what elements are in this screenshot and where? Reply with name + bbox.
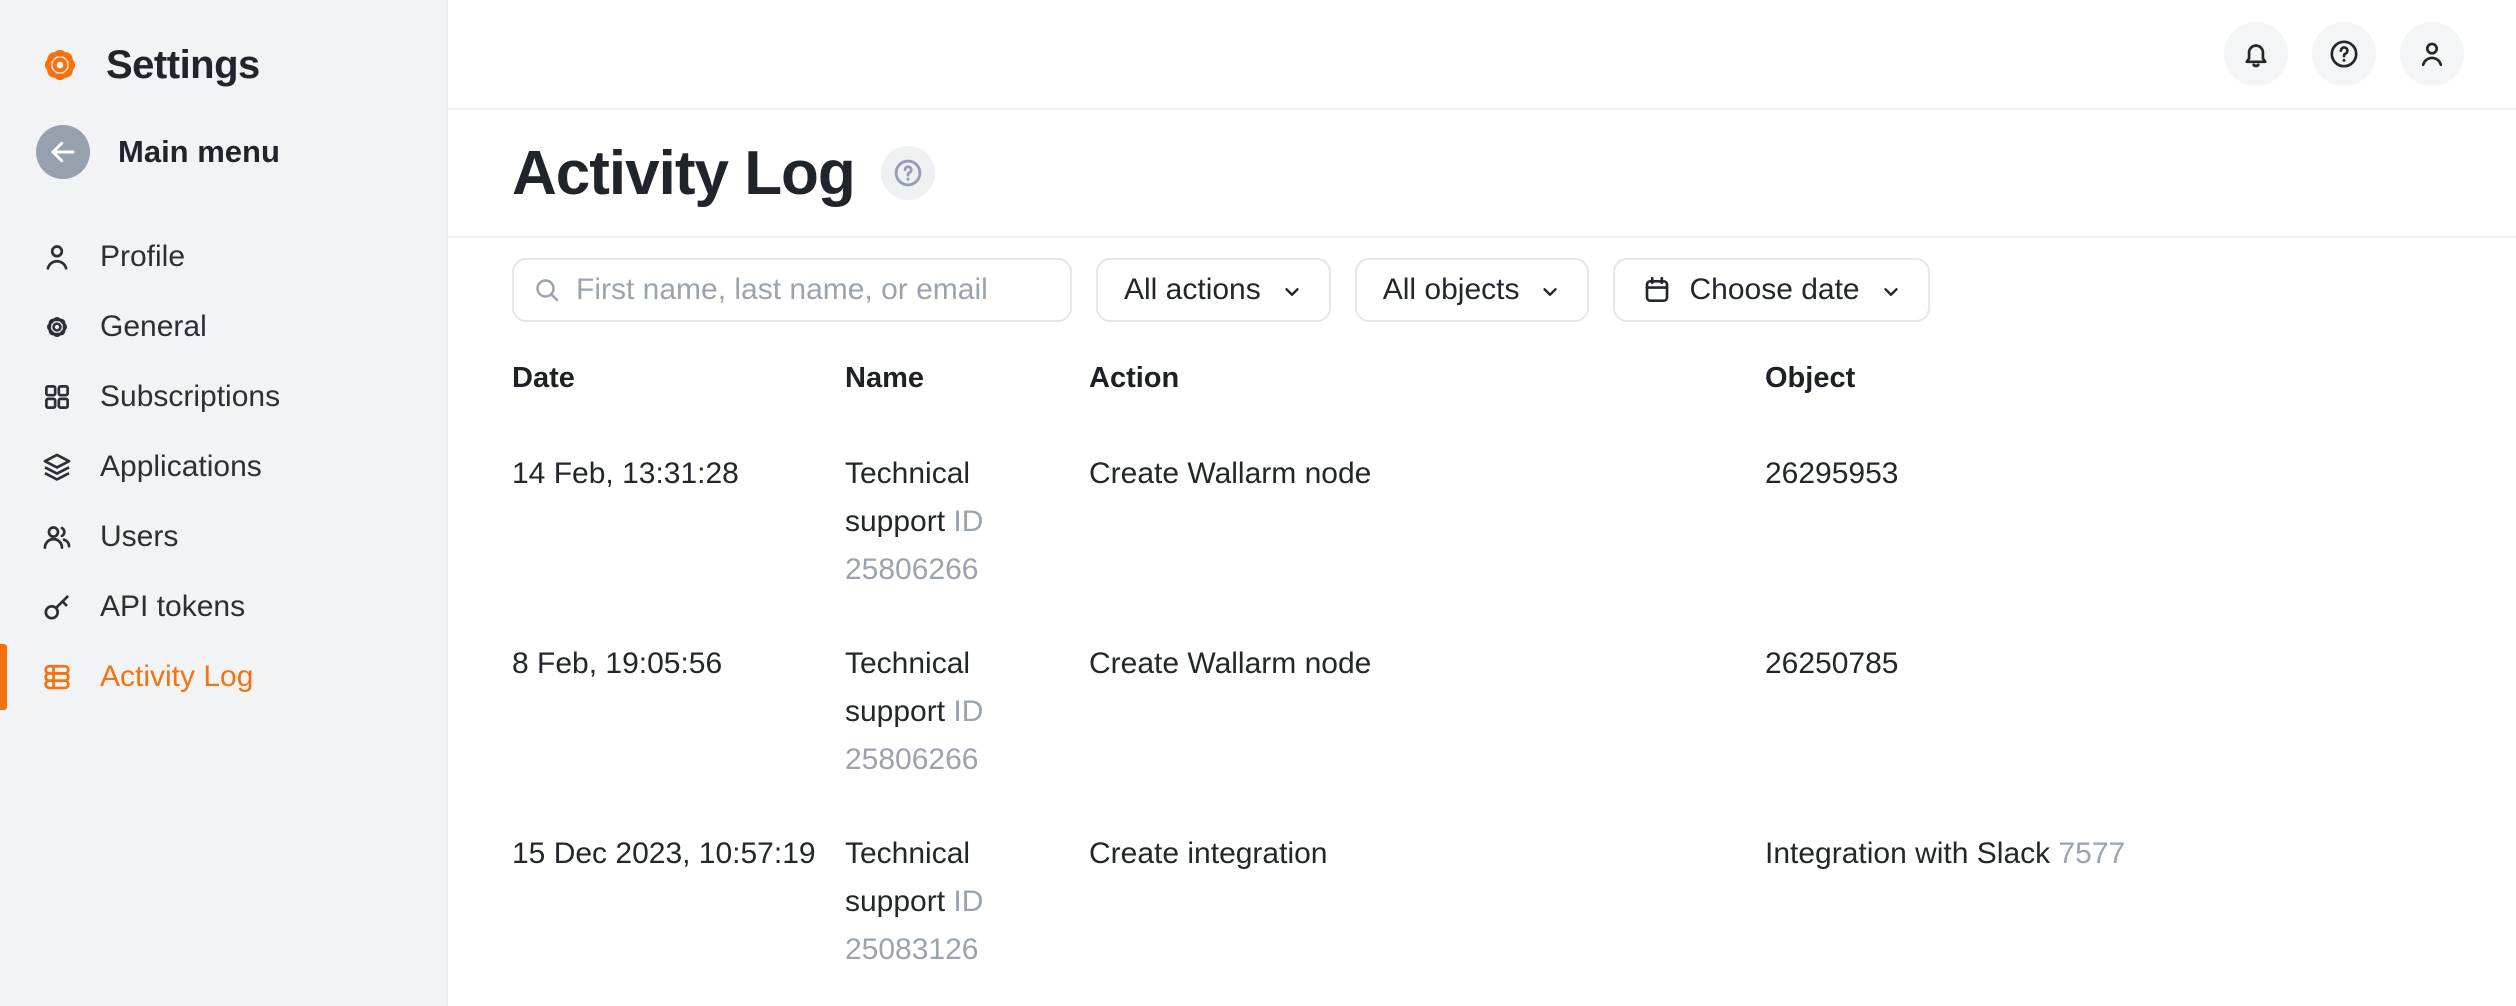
chevron-down-icon (1539, 281, 1561, 303)
sidebar-item-label: General (100, 310, 207, 344)
sidebar-item-label: Activity Log (100, 660, 253, 694)
notifications-button[interactable] (2224, 22, 2288, 86)
topbar (448, 0, 2516, 110)
column-header-name: Name (845, 358, 1089, 398)
key-icon (40, 590, 74, 624)
cell-action: Create Wallarm node (1089, 450, 1765, 594)
calendar-icon (1641, 274, 1673, 306)
settings-sidebar: Settings Main menu Profile (0, 0, 448, 1006)
sidebar-item-label: Users (100, 520, 178, 554)
main-menu-back-button[interactable]: Main menu (0, 122, 446, 182)
sidebar-item-label: Profile (100, 240, 185, 274)
user-icon (40, 240, 74, 274)
cell-action: Create Wallarm node (1089, 640, 1765, 784)
table-row: 8 Feb, 19:05:56 Technical support ID 258… (512, 640, 2460, 784)
dropdown-label: All actions (1124, 273, 1261, 307)
user-icon (2415, 37, 2449, 71)
main-menu-label: Main menu (118, 134, 280, 170)
table-row: 14 Feb, 13:31:28 Technical support ID 25… (512, 450, 2460, 594)
sidebar-nav: Profile General Subscriptio (0, 222, 446, 712)
page-title: Activity Log (512, 138, 855, 209)
sidebar-item-label: API tokens (100, 590, 245, 624)
active-indicator-bar (0, 644, 7, 710)
activity-log-table: Date Name Action Object 14 Feb, 13:31:28… (512, 358, 2460, 974)
column-header-object: Object (1765, 358, 2460, 398)
bell-icon (2239, 37, 2273, 71)
cell-name: Technical support ID 25806266 (845, 450, 1089, 594)
gear-icon (40, 310, 74, 344)
search-icon (532, 275, 562, 305)
sidebar-item-profile[interactable]: Profile (0, 222, 446, 292)
sidebar-item-label: Subscriptions (100, 380, 280, 414)
table-row: 15 Dec 2023, 10:57:19 Technical support … (512, 830, 2460, 974)
cell-object: 26250785 (1765, 640, 2460, 784)
sidebar-item-api-tokens[interactable]: API tokens (0, 572, 446, 642)
column-header-action: Action (1089, 358, 1765, 398)
chevron-down-icon (1281, 281, 1303, 303)
sidebar-item-activity-log[interactable]: Activity Log (0, 642, 446, 712)
cell-date: 14 Feb, 13:31:28 (512, 450, 845, 594)
grid-icon (40, 380, 74, 414)
all-actions-dropdown[interactable]: All actions (1096, 258, 1331, 322)
cell-date: 8 Feb, 19:05:56 (512, 640, 845, 784)
column-header-date: Date (512, 358, 845, 398)
page-help-button[interactable] (881, 146, 935, 200)
table-rows-icon (40, 660, 74, 694)
account-button[interactable] (2400, 22, 2464, 86)
help-circle-icon (2327, 37, 2361, 71)
sidebar-item-general[interactable]: General (0, 292, 446, 362)
cell-object: 26295953 (1765, 450, 2460, 594)
chevron-down-icon (1880, 281, 1902, 303)
layers-icon (40, 450, 74, 484)
sidebar-title: Settings (106, 43, 260, 88)
arrow-left-icon (36, 125, 90, 179)
table-header-row: Date Name Action Object (512, 358, 2460, 398)
sidebar-item-users[interactable]: Users (0, 502, 446, 572)
choose-date-dropdown[interactable]: Choose date (1613, 258, 1929, 322)
cell-name: Technical support ID 25083126 (845, 830, 1089, 974)
settings-gear-icon (36, 41, 84, 89)
cell-action: Create integration (1089, 830, 1765, 974)
dropdown-label: All objects (1383, 273, 1520, 307)
dropdown-label: Choose date (1689, 273, 1859, 307)
sidebar-item-applications[interactable]: Applications (0, 432, 446, 502)
sidebar-header: Settings (0, 34, 446, 96)
sidebar-item-label: Applications (100, 450, 262, 484)
main-area: Activity Log All actions (448, 0, 2516, 1006)
help-button[interactable] (2312, 22, 2376, 86)
users-icon (40, 520, 74, 554)
cell-name: Technical support ID 25806266 (845, 640, 1089, 784)
help-circle-icon (891, 156, 925, 190)
all-objects-dropdown[interactable]: All objects (1355, 258, 1590, 322)
search-box (512, 258, 1072, 322)
sidebar-item-subscriptions[interactable]: Subscriptions (0, 362, 446, 432)
filters-bar: All actions All objects Ch (512, 258, 2516, 322)
search-input[interactable] (512, 258, 1072, 322)
cell-object: Integration with Slack 7577 (1765, 830, 2460, 974)
page-header: Activity Log (448, 110, 2516, 238)
cell-date: 15 Dec 2023, 10:57:19 (512, 830, 845, 974)
